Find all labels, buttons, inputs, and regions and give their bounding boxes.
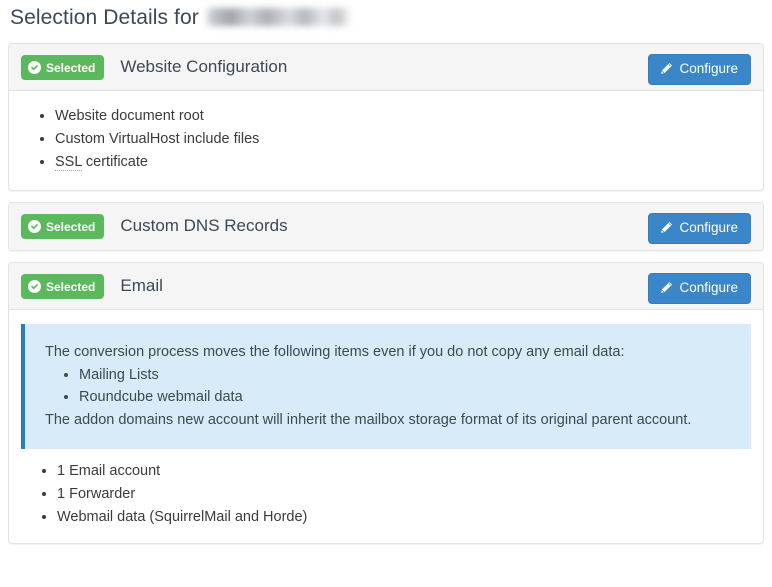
panel-heading: Selected Custom DNS Records Configure (9, 203, 763, 250)
panel-heading: Selected Website Configuration Configure (9, 44, 763, 91)
redacted-domain-name (204, 8, 352, 27)
pencil-icon (660, 221, 673, 234)
panel-custom-dns-records: Selected Custom DNS Records Configure (8, 202, 764, 251)
alert-bullet-list: Mailing Lists Roundcube webmail data (45, 365, 735, 408)
list-item: SSL certificate (55, 152, 749, 172)
page-title: Selection Details for (8, 0, 764, 32)
status-badge-selected: Selected (21, 214, 105, 239)
ssl-abbreviation[interactable]: SSL (55, 154, 82, 171)
pencil-icon (660, 281, 673, 294)
list-item-label: certificate (85, 154, 148, 170)
list-item: Webmail data (SquirrelMail and Horde) (57, 507, 753, 527)
alert-intro-text: The conversion process moves the followi… (45, 344, 625, 360)
check-circle-icon (28, 280, 41, 293)
email-info-alert: The conversion process moves the followi… (21, 324, 751, 449)
configure-button[interactable]: Configure (648, 213, 751, 244)
configure-button[interactable]: Configure (648, 54, 751, 85)
list-item-label: Website document root (55, 108, 204, 124)
panel-website-configuration: Selected Website Configuration Configure… (8, 43, 764, 191)
check-circle-icon (28, 61, 41, 74)
panel-title: Custom DNS Records (120, 216, 288, 236)
panel-heading: Selected Email Configure (9, 263, 763, 310)
panel-body: Website document root Custom VirtualHost… (9, 91, 763, 190)
status-badge-label: Selected (46, 219, 96, 234)
selection-details-page: Selection Details for Selected Website C… (0, 0, 772, 587)
panel-email: Selected Email Configure The conversion … (8, 262, 764, 544)
list-item: Website document root (55, 106, 749, 126)
list-item-label: Mailing Lists (79, 367, 159, 383)
panel-body: The conversion process moves the followi… (9, 310, 763, 543)
status-badge-selected: Selected (21, 55, 105, 80)
website-configuration-item-list: Website document root Custom VirtualHost… (23, 106, 749, 172)
list-item-label: 1 Email account (57, 463, 161, 479)
list-item-label: 1 Forwarder (57, 486, 136, 502)
list-item: Mailing Lists (79, 365, 735, 386)
email-item-list: 1 Email account 1 Forwarder Webmail data… (19, 461, 753, 527)
configure-button-label: Configure (679, 220, 738, 235)
configure-button[interactable]: Configure (648, 273, 751, 304)
list-item-label: Webmail data (SquirrelMail and Horde) (57, 509, 308, 525)
list-item: Custom VirtualHost include files (55, 129, 749, 149)
alert-outro-text: The addon domains new account will inher… (45, 412, 692, 428)
check-circle-icon (28, 220, 41, 233)
list-item: 1 Forwarder (57, 484, 753, 504)
configure-button-label: Configure (679, 280, 738, 295)
panel-title: Website Configuration (120, 57, 288, 77)
list-item-label: Roundcube webmail data (79, 389, 243, 405)
list-item: 1 Email account (57, 461, 753, 481)
page-title-text: Selection Details for (10, 6, 199, 29)
list-item-label: Custom VirtualHost include files (55, 131, 260, 147)
panel-title: Email (120, 276, 163, 296)
status-badge-label: Selected (46, 60, 96, 75)
list-item: Roundcube webmail data (79, 387, 735, 408)
status-badge-selected: Selected (21, 274, 105, 299)
pencil-icon (660, 62, 673, 75)
status-badge-label: Selected (46, 279, 96, 294)
configure-button-label: Configure (679, 61, 738, 76)
